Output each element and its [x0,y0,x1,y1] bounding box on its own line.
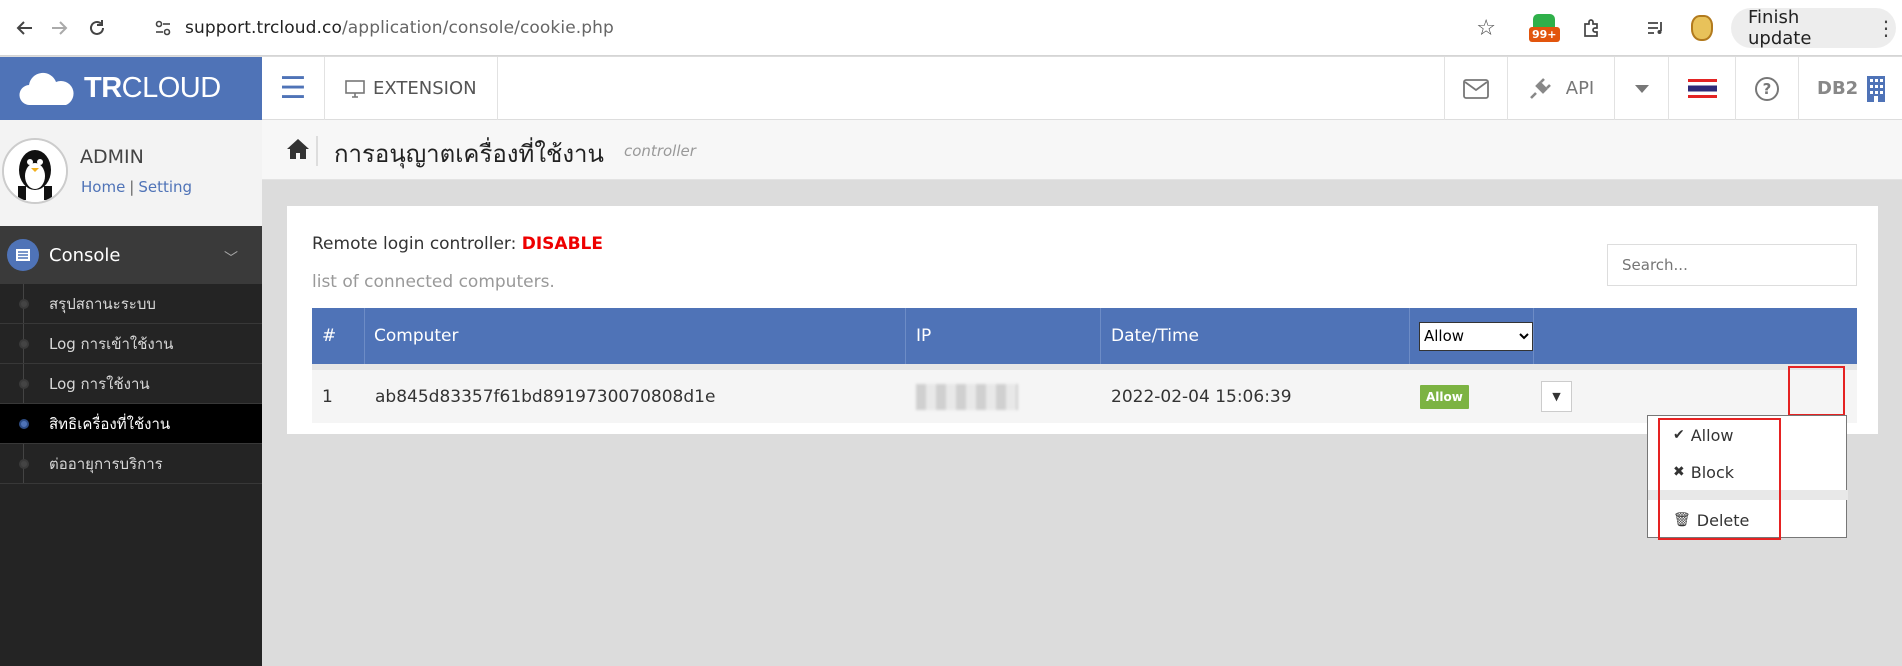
avatar[interactable] [2,138,68,204]
cloud-icon [19,72,74,105]
extensions-puzzle-icon[interactable] [1572,0,1612,56]
logo-text: TRCLOUD [84,72,221,105]
extension-label: EXTENSION [373,78,477,99]
highlight-box [1658,418,1781,540]
table-row: 1 ab845d83357f61bd8919730070808d1e 2022-… [312,364,1857,423]
highlight-box [1788,366,1845,416]
sidebar-item-renew-service[interactable]: ต่ออายุการบริการ [0,444,262,484]
finish-update-label: Finish update [1748,7,1812,49]
url-host: support.trcloud.co [185,18,342,38]
caret-down-icon[interactable] [1614,57,1668,120]
db-label: DB2 [1817,78,1859,99]
reload-icon[interactable] [72,0,122,56]
search-input[interactable] [1607,244,1857,286]
title-divider [316,136,318,166]
user-name: ADMIN [80,146,144,168]
url-text: support.trcloud.co/application/console/c… [185,18,614,38]
page-header: การอนุญาตเครื่องที่ใช้งาน controller [262,120,1902,180]
sidebar-item-label: Log การเข้าใช้งาน [49,334,174,353]
table-header: # Computer IP Date/Time Allow [312,308,1857,364]
row-datetime: 2022-02-04 15:06:39 [1111,386,1292,407]
api-label: API [1565,78,1595,99]
profile-panel: ADMIN Home | Setting [0,120,262,226]
db-menu[interactable]: DB2 [1798,57,1902,120]
app-topbar: TRCLOUD ☰ EXTENSION API ? DB2 [0,57,1902,120]
setting-link[interactable]: Setting [138,178,192,196]
building-icon [1867,75,1886,102]
address-bar[interactable]: support.trcloud.co/application/console/c… [137,8,1510,48]
header-num: # [312,308,365,364]
link-separator: | [129,178,135,196]
mail-icon[interactable] [1444,57,1507,120]
ip-redaction [916,383,1018,410]
profile-links: Home | Setting [81,178,192,196]
sidebar: ADMIN Home | Setting Console ﹀ สรุปสถานะระ… [0,120,262,666]
chevron-down-icon: ﹀ [224,251,238,267]
sidebar-item-system-status[interactable]: สรุปสถานะระบบ [0,284,262,324]
bullet-icon [19,299,29,309]
sidebar-item-usage-log[interactable]: Log การใช้งาน [0,364,262,404]
console-menu: สรุปสถานะระบบ Log การเข้าใช้งาน Log การใ… [0,284,262,484]
plug-icon [1529,77,1551,99]
extension-badge-count: 99+ [1529,27,1560,42]
row-action-cell: ▼ [1541,370,1572,423]
page-subtitle: controller [624,142,696,160]
bullet-icon [19,459,29,469]
bullet-icon [19,379,29,389]
trcloud-logo[interactable]: TRCLOUD [0,57,262,120]
finish-update-button[interactable]: Finish update ⋮ [1731,7,1896,49]
home-icon[interactable] [286,138,310,166]
list-label: list of connected computers. [312,272,555,292]
bullet-icon [19,419,29,429]
extension-menu[interactable]: EXTENSION [325,57,498,120]
sidebar-item-login-log[interactable]: Log การเข้าใช้งาน [0,324,262,364]
remote-label: Remote login controller: [312,234,522,254]
extension-badge-icon[interactable]: 99+ [1526,0,1562,56]
sidebar-item-label: Log การใช้งาน [49,374,150,393]
home-link[interactable]: Home [81,178,125,196]
help-icon[interactable]: ? [1735,57,1798,120]
media-queue-icon[interactable] [1636,0,1676,56]
row-computer-id: ab845d83357f61bd8919730070808d1e [375,386,716,407]
site-settings-icon[interactable] [145,19,181,37]
url-path: /application/console/cookie.php [341,18,614,38]
header-actions [1534,308,1857,364]
page-title: การอนุญาตเครื่องที่ใช้งาน [334,140,604,168]
sidebar-item-device-permission[interactable]: สิทธิเครื่องที่ใช้งาน [0,404,262,444]
row-ip-blurred [916,370,1018,423]
status-filter-select[interactable]: Allow [1419,321,1533,351]
remote-login-status: Remote login controller: DISABLE [312,234,603,254]
hamburger-menu-icon[interactable]: ☰ [262,57,325,120]
logo-text-light: CLOUD [121,72,222,104]
console-section-toggle[interactable]: Console ﹀ [0,226,262,284]
sidebar-item-label: สิทธิเครื่องที่ใช้งาน [49,414,171,433]
content-panel: Remote login controller: DISABLE list of… [287,206,1878,434]
monitor-icon [345,79,365,98]
browser-toolbar: support.trcloud.co/application/console/c… [0,0,1902,56]
bullet-icon [19,339,29,349]
row-action-dropdown-button[interactable]: ▼ [1541,381,1572,412]
more-vert-icon[interactable]: ⋮ [1876,16,1896,40]
row-num: 1 [322,386,333,407]
console-icon [7,239,39,271]
logo-text-bold: TR [84,72,122,104]
status-badge: Allow [1420,384,1469,409]
remote-status-value: DISABLE [521,234,603,254]
sidebar-item-label: ต่ออายุการบริการ [49,454,163,473]
header-filter: Allow [1410,308,1534,364]
header-ip: IP [906,308,1101,364]
thai-flag-icon[interactable] [1668,57,1735,120]
sidebar-item-label: สรุปสถานะระบบ [49,294,156,313]
header-datetime: Date/Time [1101,308,1410,364]
header-computer: Computer [365,308,906,364]
console-label: Console [49,244,121,266]
bookmark-star-icon[interactable]: ☆ [1476,16,1496,41]
row-status-cell: Allow [1420,370,1469,423]
computers-table: # Computer IP Date/Time Allow 1 ab845d83… [312,308,1857,423]
profile-avatar-icon[interactable] [1682,0,1722,56]
api-menu[interactable]: API [1507,57,1614,120]
